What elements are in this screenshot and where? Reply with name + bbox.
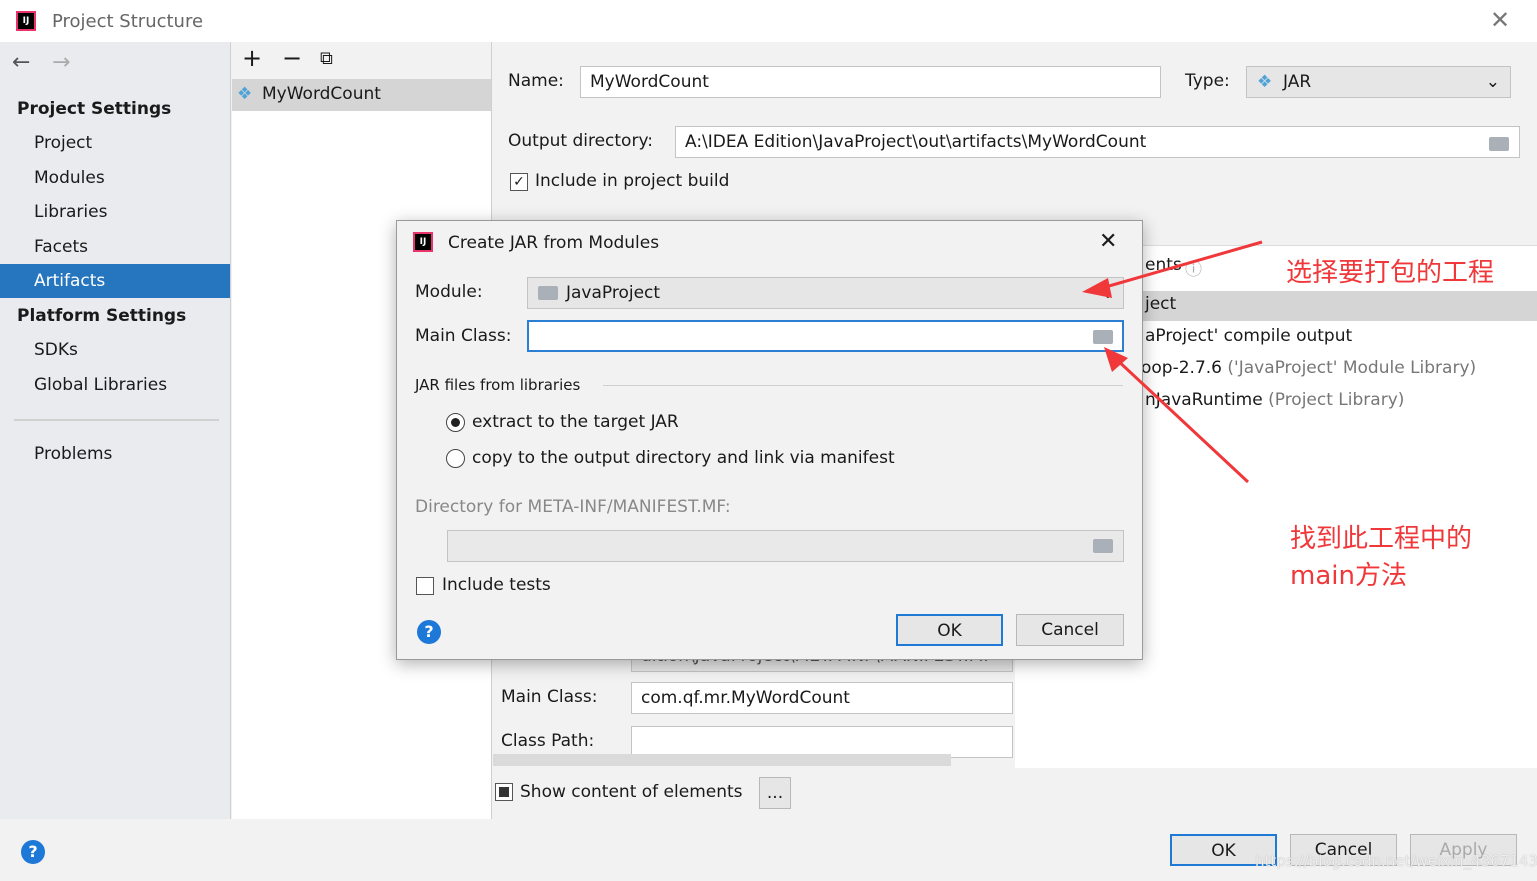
arrow-to-main-class bbox=[1113, 356, 1250, 484]
annotation-find-main: 找到此工程中的 bbox=[1290, 524, 1473, 554]
arrowhead bbox=[1082, 278, 1112, 298]
annotation-arrows bbox=[1082, 240, 1263, 484]
annotation-main-method: main方法 bbox=[1290, 561, 1407, 591]
arrow-to-module bbox=[1094, 240, 1263, 292]
annotation-select-project: 选择要打包的工程 bbox=[1286, 258, 1495, 288]
